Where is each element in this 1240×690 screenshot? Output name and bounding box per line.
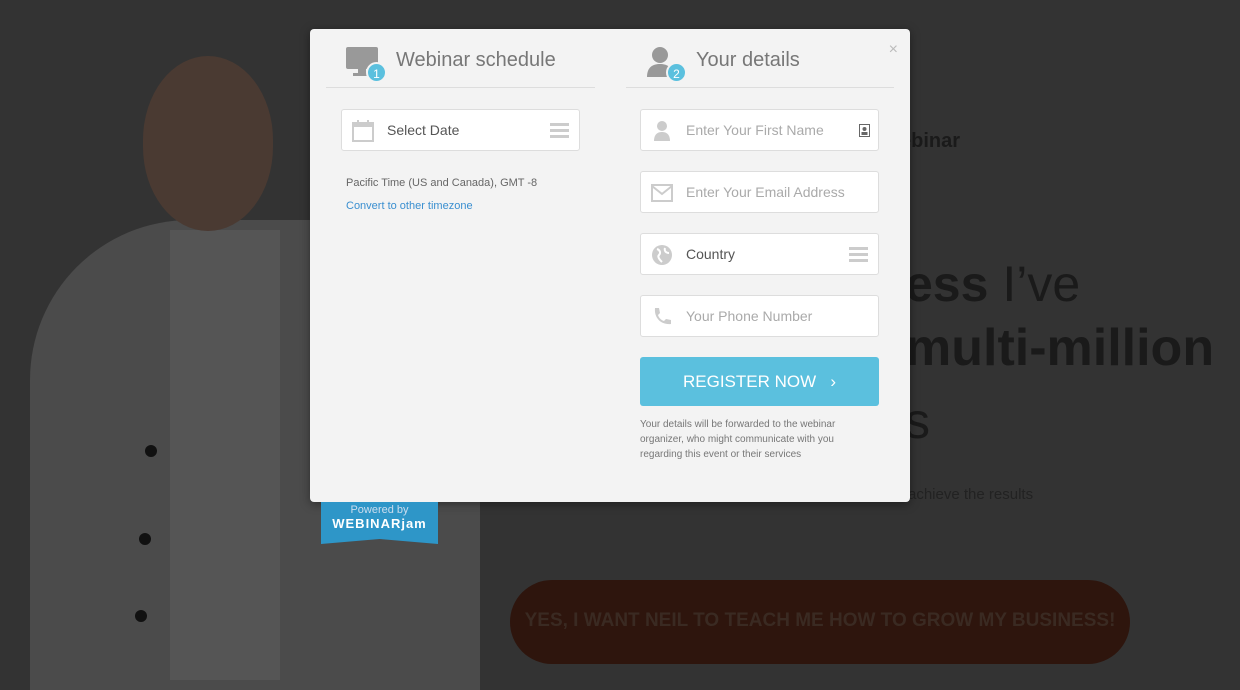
cardigan-button	[139, 533, 151, 545]
details-column: 2 Your details	[626, 29, 894, 88]
phone-input[interactable]: Your Phone Number	[640, 295, 879, 337]
calendar-icon	[352, 120, 374, 142]
bg-headline-light: I’ve	[1002, 256, 1081, 312]
registration-modal: × 1 Webinar schedule Select Date Pacific…	[310, 29, 910, 502]
disclaimer-text: Your details will be forwarded to the we…	[640, 419, 836, 460]
globe-icon	[652, 245, 672, 265]
timezone-label: Pacific Time (US and Canada), GMT -8	[346, 177, 538, 189]
presenter-head	[143, 56, 273, 231]
powered-by-webinarjam-badge[interactable]: Powered by WEBINARjam	[321, 502, 438, 544]
presenter-shirt	[170, 230, 280, 680]
step-badge: 1	[366, 62, 387, 83]
schedule-title: Webinar schedule	[396, 49, 556, 71]
first-name-input[interactable]: Enter Your First Name	[640, 109, 879, 151]
phone-placeholder: Your Phone Number	[686, 308, 813, 324]
phone-icon	[654, 308, 671, 325]
cardigan-button	[135, 610, 147, 622]
date-select[interactable]: Select Date	[341, 109, 580, 151]
bg-headline-bold: ess	[905, 256, 989, 312]
menu-icon	[849, 247, 868, 265]
details-header: 2 Your details	[626, 29, 894, 88]
bg-headline-2: multi-million	[905, 319, 1215, 377]
menu-icon	[550, 123, 569, 141]
details-title: Your details	[696, 49, 800, 71]
register-now-button[interactable]: REGISTER NOW ›	[640, 357, 879, 406]
schedule-column: 1 Webinar schedule	[326, 29, 595, 88]
step-badge: 2	[666, 62, 687, 83]
envelope-icon	[651, 184, 673, 202]
contact-card-icon[interactable]	[859, 124, 870, 137]
date-select-value: Select Date	[387, 122, 460, 138]
schedule-header: 1 Webinar schedule	[326, 29, 595, 88]
country-select-value: Country	[686, 246, 736, 262]
user-icon	[654, 121, 670, 141]
country-select[interactable]: Country	[640, 233, 879, 275]
cardigan-button	[145, 445, 157, 457]
bg-headline-1: ess I’ve	[905, 255, 1080, 313]
webinarjam-logo: WEBINARjam	[332, 516, 427, 531]
bg-subtext: achieve the results	[908, 486, 1034, 503]
first-name-placeholder: Enter Your First Name	[686, 122, 824, 138]
email-input[interactable]: Enter Your Email Address	[640, 171, 879, 213]
chevron-right-icon: ›	[830, 372, 836, 391]
convert-timezone-link[interactable]: Convert to other timezone	[346, 200, 473, 212]
register-label: REGISTER NOW	[682, 372, 817, 391]
email-placeholder: Enter Your Email Address	[686, 184, 845, 200]
powered-by-label: Powered by	[350, 504, 409, 516]
cta-button[interactable]: YES, I WANT NEIL TO TEACH ME HOW TO GROW…	[510, 580, 1130, 664]
